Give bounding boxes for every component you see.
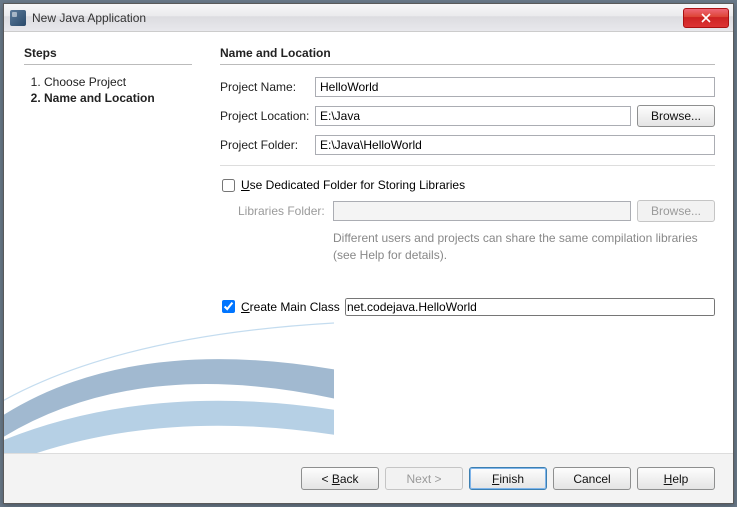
main-heading: Name and Location <box>220 46 715 60</box>
app-icon <box>10 10 26 26</box>
help-button[interactable]: Help <box>637 467 715 490</box>
title-bar[interactable]: New Java Application <box>4 4 733 32</box>
step-choose-project: Choose Project <box>44 75 192 89</box>
create-main-checkbox[interactable] <box>222 300 235 313</box>
window-title: New Java Application <box>32 11 146 25</box>
close-button[interactable] <box>683 8 729 28</box>
back-button[interactable]: < Back <box>301 467 379 490</box>
libraries-folder-label: Libraries Folder: <box>238 204 333 218</box>
divider <box>24 64 192 65</box>
dedicated-folder-label[interactable]: Use Dedicated Folder for Storing Librari… <box>241 178 465 192</box>
project-name-input[interactable] <box>315 77 715 97</box>
browse-location-button[interactable]: Browse... <box>637 105 715 127</box>
dialog-window: New Java Application Steps Choose Projec… <box>3 3 734 504</box>
project-name-label: Project Name: <box>220 80 315 94</box>
project-folder-label: Project Folder: <box>220 138 315 152</box>
separator <box>220 165 715 166</box>
project-location-input[interactable] <box>315 106 631 126</box>
project-name-row: Project Name: <box>220 77 715 97</box>
project-location-row: Project Location: Browse... <box>220 105 715 127</box>
project-folder-input[interactable] <box>315 135 715 155</box>
create-main-row: Create Main Class <box>220 298 715 316</box>
create-main-label[interactable]: Create Main Class <box>241 300 345 314</box>
divider <box>220 64 715 65</box>
steps-list: Choose Project Name and Location <box>24 75 192 105</box>
steps-sidebar: Steps Choose Project Name and Location <box>4 32 204 453</box>
finish-button[interactable]: Finish <box>469 467 547 490</box>
create-main-input[interactable] <box>345 298 715 316</box>
dedicated-folder-checkbox[interactable] <box>222 179 235 192</box>
step-name-location: Name and Location <box>44 91 192 105</box>
cancel-button[interactable]: Cancel <box>553 467 631 490</box>
close-icon <box>701 13 711 23</box>
libraries-folder-input <box>333 201 631 221</box>
next-button: Next > <box>385 467 463 490</box>
libraries-folder-row: Libraries Folder: Browse... <box>238 200 715 222</box>
libraries-help-text: Different users and projects can share t… <box>333 230 713 264</box>
dedicated-folder-row: Use Dedicated Folder for Storing Librari… <box>220 178 715 192</box>
steps-heading: Steps <box>24 46 192 60</box>
main-panel: Name and Location Project Name: Project … <box>204 32 733 453</box>
project-folder-row: Project Folder: <box>220 135 715 155</box>
button-bar: < Back Next > Finish Cancel Help <box>4 453 733 503</box>
browse-libraries-button: Browse... <box>637 200 715 222</box>
project-location-label: Project Location: <box>220 109 315 123</box>
dialog-content: Steps Choose Project Name and Location N… <box>4 32 733 453</box>
